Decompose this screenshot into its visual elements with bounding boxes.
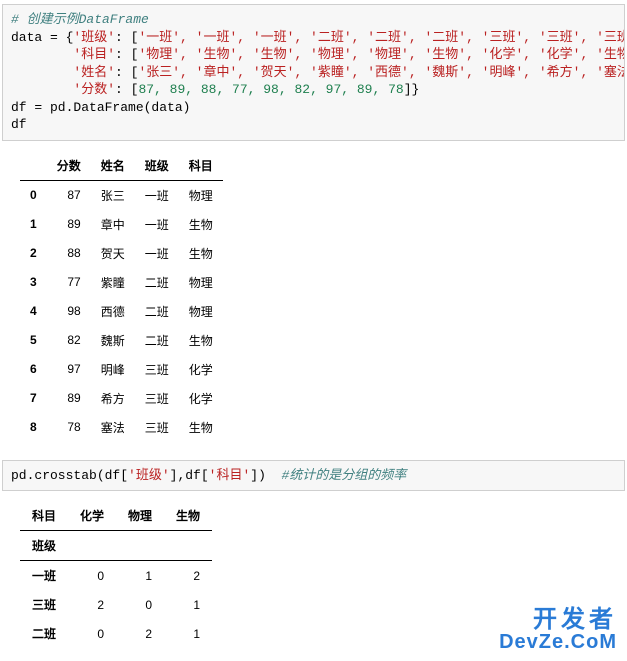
watermark: 开发者 DevZe.CoM bbox=[499, 607, 617, 653]
table-header-row: 科目 化学 物理 生物 bbox=[20, 501, 212, 531]
index-header bbox=[20, 151, 47, 181]
table-row: 878塞法三班生物 bbox=[20, 413, 223, 442]
code-cell-1: # 创建示例DataFrame data = {'班级': ['一班', '一班… bbox=[2, 4, 625, 141]
watermark-line2: DevZe.CoM bbox=[499, 632, 617, 653]
table-row: 一班012 bbox=[20, 561, 212, 591]
table-row: 288贺天一班生物 bbox=[20, 239, 223, 268]
watermark-line1: 开发者 bbox=[499, 607, 617, 632]
col-header: 物理 bbox=[116, 501, 164, 531]
code-cell-2: pd.crosstab(df['班级'],df['科目']) #统计的是分组的频… bbox=[2, 460, 625, 492]
code-comment: # 创建示例DataFrame bbox=[11, 12, 149, 27]
crosstab-output: 科目 化学 物理 生物 班级 一班012 三班201 二班021 bbox=[20, 501, 212, 648]
table-row: 582魏斯二班生物 bbox=[20, 326, 223, 355]
col-index-name: 科目 bbox=[20, 501, 68, 531]
col-header: 分数 bbox=[47, 151, 91, 181]
row-index-name-row: 班级 bbox=[20, 531, 212, 561]
table-row: 189章中一班生物 bbox=[20, 210, 223, 239]
table-row: 789希方三班化学 bbox=[20, 384, 223, 413]
table-row: 498西德二班物理 bbox=[20, 297, 223, 326]
table-row: 697明峰三班化学 bbox=[20, 355, 223, 384]
col-header: 班级 bbox=[135, 151, 179, 181]
col-header: 生物 bbox=[164, 501, 212, 531]
dataframe-output: 分数 姓名 班级 科目 087张三一班物理 189章中一班生物 288贺天一班生… bbox=[20, 151, 223, 442]
col-header: 化学 bbox=[68, 501, 116, 531]
table-row: 377紫瞳二班物理 bbox=[20, 268, 223, 297]
row-index-name: 班级 bbox=[20, 531, 68, 561]
table-header-row: 分数 姓名 班级 科目 bbox=[20, 151, 223, 181]
table-row: 二班021 bbox=[20, 619, 212, 648]
table-row: 087张三一班物理 bbox=[20, 180, 223, 210]
table-row: 三班201 bbox=[20, 590, 212, 619]
col-header: 姓名 bbox=[91, 151, 135, 181]
col-header: 科目 bbox=[179, 151, 223, 181]
